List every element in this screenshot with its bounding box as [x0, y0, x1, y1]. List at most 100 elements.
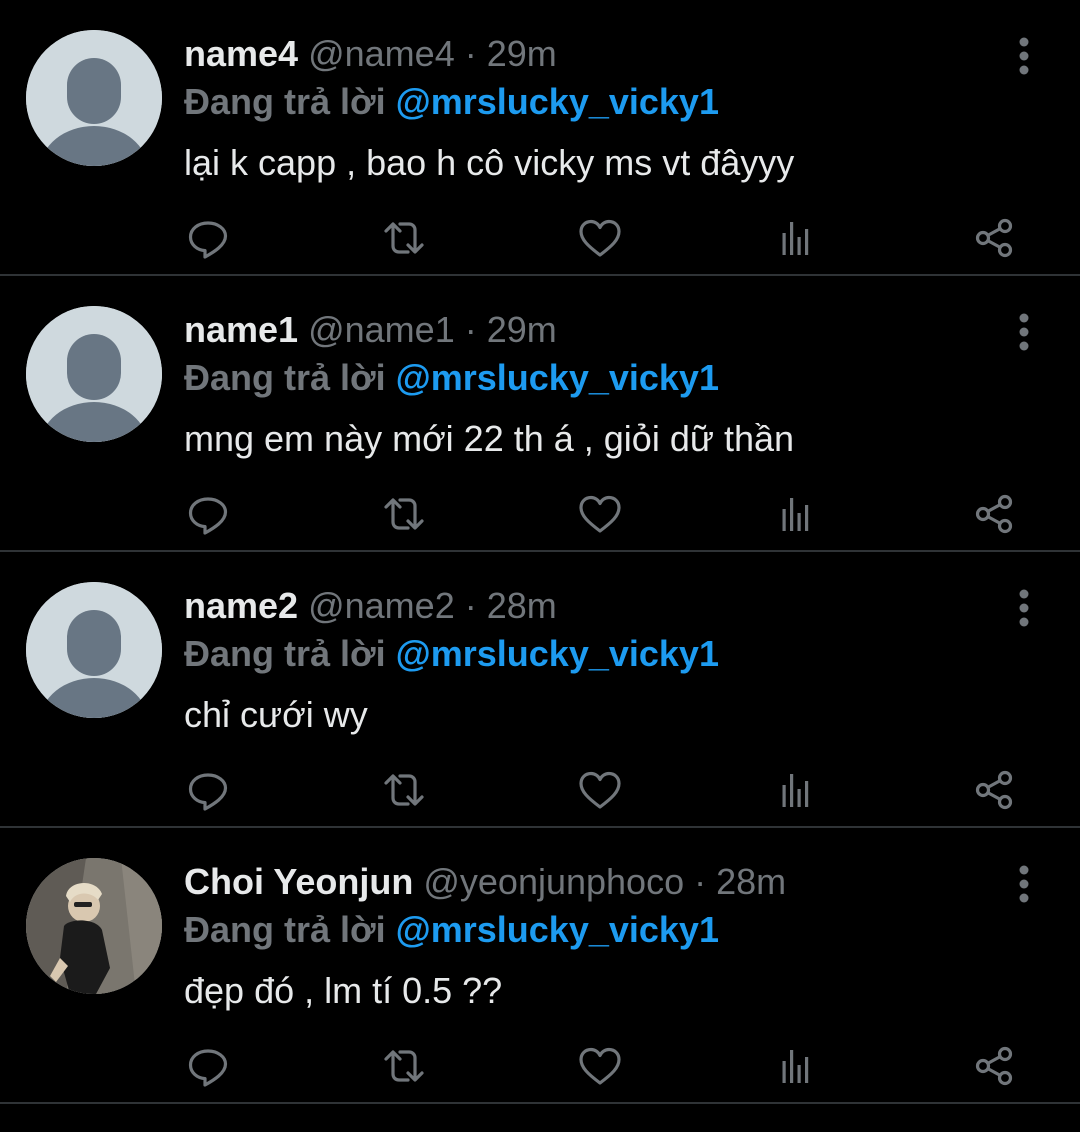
- retweet-icon: [384, 1050, 424, 1082]
- share-button[interactable]: [970, 214, 1018, 262]
- user-handle[interactable]: @name4: [308, 33, 455, 74]
- tweet-actions: [184, 490, 1034, 540]
- display-name[interactable]: name2: [184, 585, 298, 626]
- tweet[interactable]: Choi Yeonjun @yeonjunphoco · 28m Đang tr…: [0, 828, 1080, 1104]
- tweet-header: name1 @name1 · 29m: [184, 306, 557, 354]
- share-icon: [975, 1046, 1013, 1086]
- separator-dot: ·: [464, 585, 477, 626]
- share-button[interactable]: [970, 1042, 1018, 1090]
- reply-icon: [188, 1049, 228, 1087]
- default-avatar-icon: [26, 30, 162, 166]
- retweet-icon: [384, 774, 424, 806]
- default-avatar-icon: [26, 306, 162, 442]
- tweet-text: đẹp đó , lm tí 0.5 ??: [184, 970, 503, 1011]
- user-handle[interactable]: @name2: [308, 585, 455, 626]
- replying-to: Đang trả lời @mrslucky_vicky1: [184, 630, 719, 678]
- display-name[interactable]: Choi Yeonjun: [184, 861, 413, 902]
- avatar[interactable]: [26, 582, 162, 718]
- analytics-button[interactable]: [772, 1042, 820, 1090]
- avatar[interactable]: [26, 306, 162, 442]
- tweet[interactable]: name1 @name1 · 29m Đang trả lời @mrsluck…: [0, 276, 1080, 552]
- share-icon: [975, 218, 1013, 258]
- separator-dot: ·: [464, 309, 477, 350]
- more-options-icon[interactable]: [1012, 36, 1036, 76]
- replying-label: Đang trả lời: [184, 633, 386, 674]
- mention-link[interactable]: @mrslucky_vicky1: [396, 909, 719, 950]
- replying-label: Đang trả lời: [184, 909, 386, 950]
- more-options-icon[interactable]: [1012, 864, 1036, 904]
- display-name[interactable]: name1: [184, 309, 298, 350]
- like-button[interactable]: [576, 490, 624, 538]
- replying-to: Đang trả lời @mrslucky_vicky1: [184, 78, 719, 126]
- retweet-button[interactable]: [380, 214, 428, 262]
- separator-dot: ·: [464, 33, 477, 74]
- like-icon: [579, 219, 621, 257]
- tweet-actions: [184, 766, 1034, 816]
- more-icon: [1019, 865, 1029, 903]
- replying-label: Đang trả lời: [184, 357, 386, 398]
- tweet-text: lại k capp , bao h cô vicky ms vt đâyyy: [184, 142, 795, 183]
- reply-icon: [188, 221, 228, 259]
- reply-icon: [188, 773, 228, 811]
- separator-dot: ·: [694, 861, 707, 902]
- analytics-button[interactable]: [772, 214, 820, 262]
- more-icon: [1019, 37, 1029, 75]
- timestamp[interactable]: 29m: [487, 33, 557, 74]
- like-icon: [579, 495, 621, 533]
- user-handle[interactable]: @yeonjunphoco: [423, 861, 684, 902]
- mention-link[interactable]: @mrslucky_vicky1: [396, 633, 719, 674]
- retweet-button[interactable]: [380, 1042, 428, 1090]
- share-button[interactable]: [970, 490, 1018, 538]
- reply-button[interactable]: [184, 766, 232, 814]
- mention-link[interactable]: @mrslucky_vicky1: [396, 357, 719, 398]
- like-icon: [579, 771, 621, 809]
- more-options-icon[interactable]: [1012, 588, 1036, 628]
- share-button[interactable]: [970, 766, 1018, 814]
- like-icon: [579, 1047, 621, 1085]
- more-icon: [1019, 313, 1029, 351]
- share-icon: [975, 494, 1013, 534]
- tweet-actions: [184, 214, 1034, 264]
- display-name[interactable]: name4: [184, 33, 298, 74]
- tweet[interactable]: name4 @name4 · 29m Đang trả lời @mrsluck…: [0, 0, 1080, 276]
- retweet-button[interactable]: [380, 490, 428, 538]
- timestamp[interactable]: 28m: [487, 585, 557, 626]
- reply-icon: [188, 497, 228, 535]
- tweet-text: chỉ cưới wy: [184, 694, 368, 735]
- replying-to: Đang trả lời @mrslucky_vicky1: [184, 906, 719, 954]
- tweet-header: name2 @name2 · 28m: [184, 582, 557, 630]
- user-handle[interactable]: @name1: [308, 309, 455, 350]
- avatar[interactable]: [26, 858, 162, 994]
- tweet-actions: [184, 1042, 1034, 1092]
- reply-feed: name4 @name4 · 29m Đang trả lời @mrsluck…: [0, 0, 1080, 1104]
- retweet-button[interactable]: [380, 766, 428, 814]
- tweet-text: mng em này mới 22 th á , giỏi dữ thần: [184, 418, 795, 459]
- default-avatar-icon: [26, 582, 162, 718]
- avatar[interactable]: [26, 30, 162, 166]
- like-button[interactable]: [576, 1042, 624, 1090]
- tweet-header: Choi Yeonjun @yeonjunphoco · 28m: [184, 858, 786, 906]
- tweet-header: name4 @name4 · 29m: [184, 30, 557, 78]
- replying-label: Đang trả lời: [184, 81, 386, 122]
- replying-to: Đang trả lời @mrslucky_vicky1: [184, 354, 719, 402]
- reply-button[interactable]: [184, 214, 232, 262]
- mention-link[interactable]: @mrslucky_vicky1: [396, 81, 719, 122]
- timestamp[interactable]: 29m: [487, 309, 557, 350]
- more-options-icon[interactable]: [1012, 312, 1036, 352]
- timestamp[interactable]: 28m: [716, 861, 786, 902]
- analytics-icon: [782, 498, 809, 531]
- retweet-icon: [384, 222, 424, 254]
- photo-avatar-icon: [26, 858, 162, 994]
- analytics-button[interactable]: [772, 766, 820, 814]
- reply-button[interactable]: [184, 490, 232, 538]
- share-icon: [975, 770, 1013, 810]
- more-icon: [1019, 589, 1029, 627]
- retweet-icon: [384, 498, 424, 530]
- analytics-icon: [782, 774, 809, 807]
- like-button[interactable]: [576, 766, 624, 814]
- analytics-icon: [782, 222, 809, 255]
- analytics-button[interactable]: [772, 490, 820, 538]
- tweet[interactable]: name2 @name2 · 28m Đang trả lời @mrsluck…: [0, 552, 1080, 828]
- like-button[interactable]: [576, 214, 624, 262]
- reply-button[interactable]: [184, 1042, 232, 1090]
